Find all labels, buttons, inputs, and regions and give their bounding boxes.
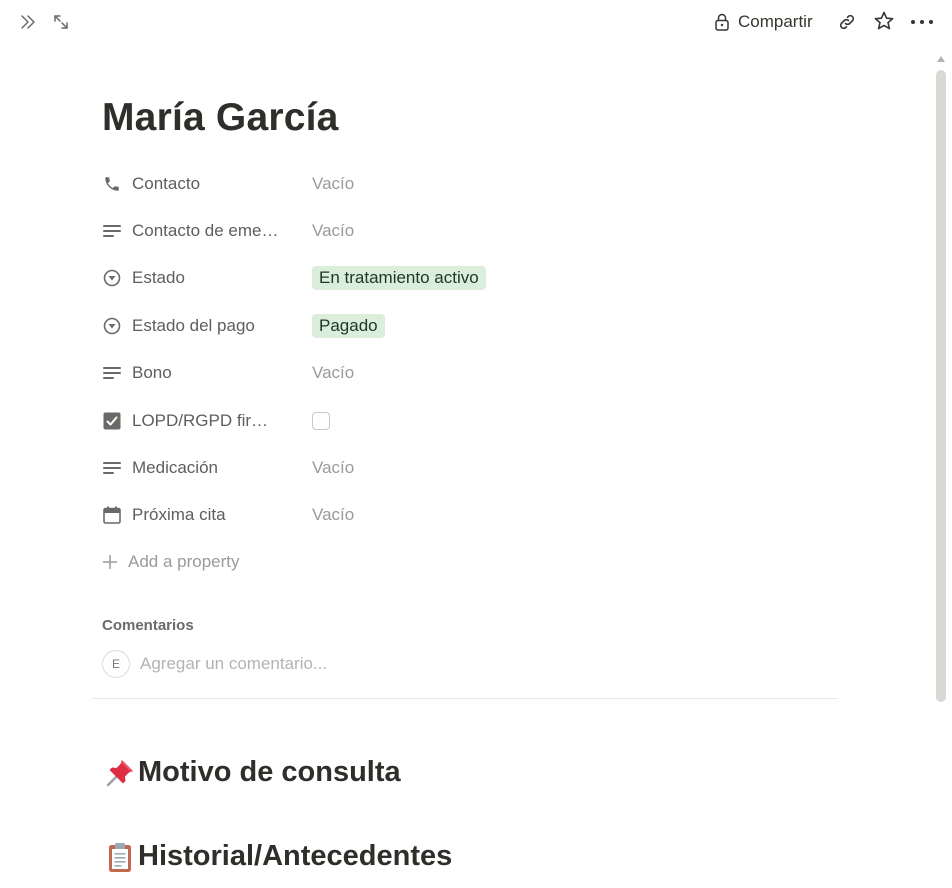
property-value[interactable]: Vacío [312,221,842,241]
property-name[interactable]: Contacto de emergencia [102,221,312,241]
share-button[interactable]: Compartir [712,10,813,34]
comments-title: Comentarios [102,617,194,634]
property-name[interactable]: Estado del pago [102,316,312,336]
property-name[interactable]: Bono [102,363,312,383]
status-icon [102,268,122,288]
expand-icon[interactable] [49,10,73,34]
sidebar-toggle-icon[interactable] [16,10,40,34]
divider [92,698,838,699]
property-name[interactable]: Estado [102,268,312,288]
property-name[interactable]: LOPD/RGPD firmado [102,411,312,431]
property-label: Estado [132,268,185,288]
checkbox-icon [102,411,122,431]
property-value[interactable]: En tratamiento activo [312,266,842,291]
property-label: Próxima cita [132,505,226,525]
property-value[interactable]: Vacío [312,505,842,525]
add-property-button[interactable]: Add a property [102,552,240,572]
clipboard-icon [102,841,138,873]
property-row-estado: Estado En tratamiento activo [102,255,842,302]
property-label: Bono [132,363,172,383]
property-label: Medicación [132,458,218,478]
lock-icon [712,12,732,32]
page-title[interactable]: María García [102,96,339,140]
scrollbar-thumb[interactable] [936,70,946,702]
heading-historial[interactable]: Historial/Antecedentes [102,840,452,873]
property-value[interactable]: Vacío [312,174,842,194]
top-bar: Compartir [0,0,952,44]
share-label: Compartir [738,12,813,31]
text-icon [102,363,122,383]
scroll-up-arrow[interactable] [936,54,946,64]
lopd-checkbox[interactable] [312,411,330,430]
phone-icon [102,174,122,194]
property-row-estado-pago: Estado del pago Pagado [102,302,842,349]
property-row-contacto: Contacto Vacío [102,160,842,207]
status-icon [102,316,122,336]
property-label: Contacto [132,173,201,193]
property-name[interactable]: Medicación [102,458,312,478]
calendar-icon [102,505,122,525]
properties-list: Contacto Vacío Contacto de emergencia Va… [102,160,842,539]
status-tag: En tratamiento activo [312,266,486,291]
comment-row: E [102,650,540,678]
property-name[interactable]: Próxima cita [102,505,312,525]
text-icon [102,221,122,241]
heading-text: Motivo de consulta [138,756,401,788]
property-label: LOPD/RGPD firmado [132,410,282,430]
payment-status-tag: Pagado [312,313,385,338]
property-row-contacto-emergencia: Contacto de emergencia Vacío [102,207,842,254]
plus-icon [102,554,118,570]
property-label: Contacto de emergencia [132,221,282,241]
pushpin-icon [102,757,138,789]
link-icon[interactable] [835,10,859,34]
text-icon [102,458,122,478]
property-label: Estado del pago [132,315,255,335]
comment-input[interactable] [140,654,540,674]
property-value[interactable]: Pagado [312,313,842,338]
add-property-label: Add a property [128,552,240,571]
property-row-bono: Bono Vacío [102,350,842,397]
property-row-medicacion: Medicación Vacío [102,444,842,491]
property-row-lopd: LOPD/RGPD firmado [102,397,842,444]
star-icon[interactable] [872,9,896,33]
property-row-proxima-cita: Próxima cita Vacío [102,492,842,539]
property-value[interactable]: Vacío [312,363,842,383]
avatar: E [102,650,130,678]
heading-text: Historial/Antecedentes [138,840,453,872]
property-value[interactable]: Vacío [312,458,842,478]
property-name[interactable]: Contacto [102,174,312,194]
more-icon[interactable] [909,10,935,34]
property-value [312,411,842,430]
heading-motivo-consulta[interactable]: Motivo de consulta [102,756,401,789]
